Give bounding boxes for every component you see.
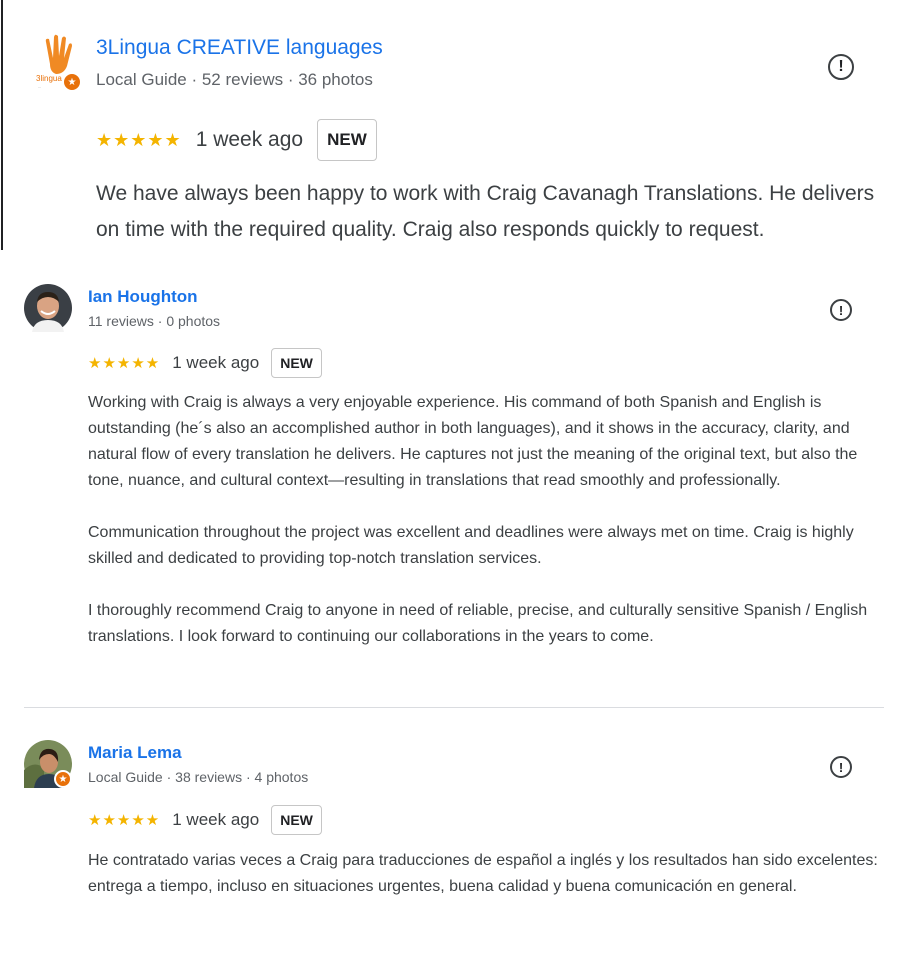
local-guide-badge-icon: ★ [62, 72, 82, 92]
author-name-link[interactable]: 3Lingua CREATIVE languages [96, 36, 383, 60]
author-meta: Local Guide · 38 reviews · 4 photos [88, 769, 309, 785]
new-badge: NEW [317, 119, 377, 161]
author-meta: Local Guide · 52 reviews · 36 photos [96, 70, 373, 89]
avatar[interactable]: ★ [24, 740, 72, 788]
review-paragraph: We have always been happy to work with C… [96, 182, 875, 241]
review-text: Working with Craig is always a very enjo… [88, 390, 878, 650]
avatar[interactable] [24, 284, 72, 332]
review-text: He contratado varias veces a Craig para … [88, 848, 878, 900]
star-rating: ★★★★★ [88, 355, 161, 372]
review-time: 1 week ago [172, 810, 260, 829]
logo-wordmark: 3lingua [36, 74, 62, 83]
review-time: 1 week ago [195, 128, 304, 151]
report-review-icon[interactable]: ! [828, 54, 854, 80]
review-divider [24, 707, 884, 708]
rating-row: ★★★★★ 1 week ago NEW [88, 348, 322, 378]
new-badge: NEW [271, 805, 322, 835]
review-paragraph: He contratado varias veces a Craig para … [88, 852, 878, 895]
author-name-link[interactable]: Maria Lema [88, 743, 182, 763]
new-badge: NEW [271, 348, 322, 378]
author-meta: 11 reviews · 0 photos [88, 313, 221, 329]
review-paragraph: I thoroughly recommend Craig to anyone i… [88, 602, 868, 645]
rating-row: ★★★★★ 1 week ago NEW [96, 119, 377, 161]
svg-text:...: ... [38, 84, 41, 89]
report-review-icon[interactable]: ! [830, 299, 852, 321]
review-paragraph: Communication throughout the project was… [88, 524, 854, 567]
rating-row: ★★★★★ 1 week ago NEW [88, 805, 322, 835]
local-guide-badge-icon: ★ [54, 770, 72, 788]
profile-photo-icon [24, 284, 72, 332]
left-border-line [1, 0, 3, 250]
review-text: We have always been happy to work with C… [96, 176, 876, 248]
review-time: 1 week ago [172, 353, 260, 372]
author-name-link[interactable]: Ian Houghton [88, 287, 198, 307]
star-rating: ★★★★★ [96, 129, 182, 150]
report-review-icon[interactable]: ! [830, 756, 852, 778]
avatar[interactable]: 3lingua ... ★ [36, 34, 86, 94]
star-rating: ★★★★★ [88, 812, 161, 829]
review-paragraph: Working with Craig is always a very enjo… [88, 394, 858, 489]
